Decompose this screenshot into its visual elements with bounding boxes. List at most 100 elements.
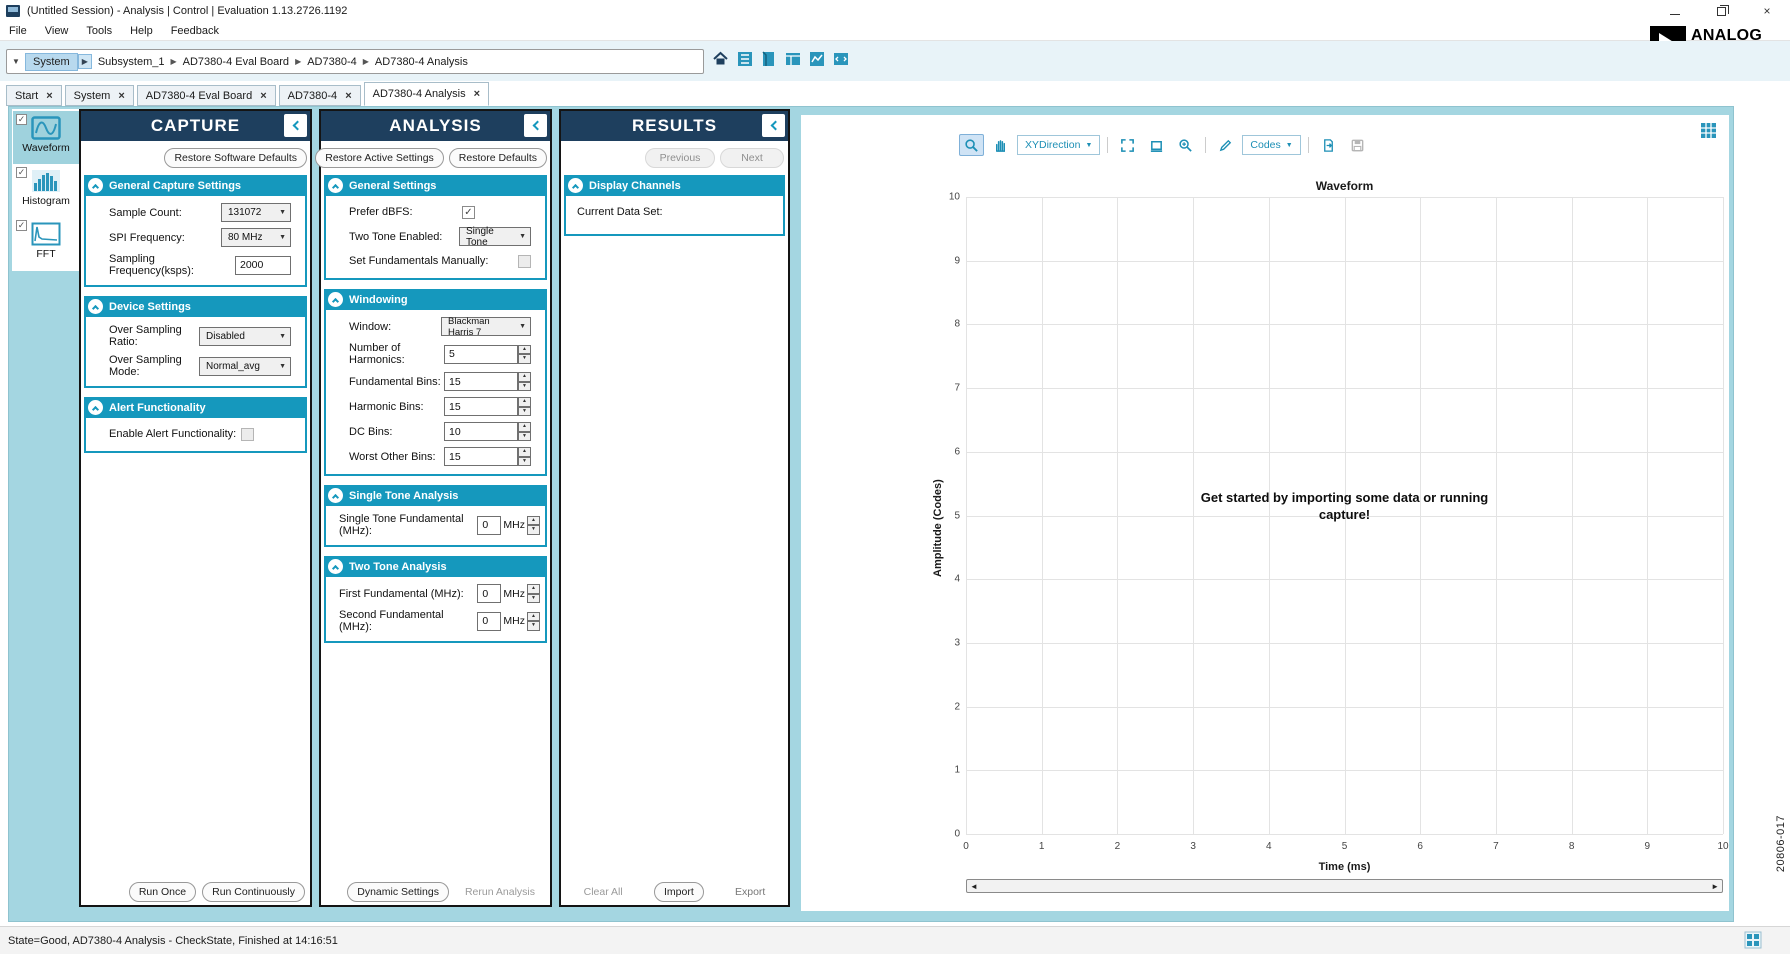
spin-down-icon[interactable]: ▼ [527, 621, 540, 631]
worst-other-bins-input[interactable] [444, 447, 518, 466]
over-sampling-ratio-select[interactable]: Disabled▼ [199, 327, 291, 346]
layout-toggle-icon[interactable] [1744, 931, 1762, 949]
xy-direction-select[interactable]: XYDirection▼ [1017, 135, 1100, 155]
collapse-icon[interactable] [88, 400, 103, 415]
restore-defaults-button[interactable]: Restore Defaults [449, 148, 547, 168]
restore-software-defaults-button[interactable]: Restore Software Defaults [164, 148, 307, 168]
collapse-icon[interactable] [328, 559, 343, 574]
tab-close-icon[interactable]: × [118, 90, 124, 102]
spin-down-icon[interactable]: ▼ [527, 525, 540, 535]
menu-feedback[interactable]: Feedback [162, 25, 228, 37]
breadcrumb-item-subsystem[interactable]: Subsystem_1 [98, 56, 165, 68]
analysis-collapse-button[interactable] [524, 114, 547, 137]
chart-horizontal-scrollbar[interactable]: ◄ ► [966, 879, 1723, 893]
save-image-button[interactable] [1345, 134, 1370, 156]
first-fundamental-input[interactable] [477, 584, 501, 603]
set-fundamentals-checkbox[interactable] [518, 255, 531, 268]
single-tone-fundamental-input[interactable] [477, 516, 501, 535]
dynamic-settings-button[interactable]: Dynamic Settings [347, 882, 449, 902]
sampling-frequency-input[interactable] [235, 256, 291, 275]
tab-close-icon[interactable]: × [474, 88, 480, 100]
breadcrumb-root[interactable]: System [25, 53, 78, 71]
collapse-icon[interactable] [88, 299, 103, 314]
menu-tools[interactable]: Tools [77, 25, 121, 37]
tab-start[interactable]: Start × [6, 85, 62, 106]
zoom-select-button[interactable] [959, 134, 984, 156]
breadcrumb-item-chip[interactable]: AD7380-4 [307, 56, 357, 68]
home-icon[interactable] [712, 50, 729, 67]
pan-button[interactable] [988, 134, 1013, 156]
sample-count-select[interactable]: 131072▼ [221, 203, 291, 222]
section-header[interactable]: Windowing [324, 289, 547, 310]
menu-help[interactable]: Help [121, 25, 162, 37]
tab-close-icon[interactable]: × [345, 90, 351, 102]
breadcrumb-item-board[interactable]: AD7380-4 Eval Board [183, 56, 289, 68]
breadcrumb-dropdown-icon[interactable]: ▼ [7, 57, 25, 66]
clear-all-button[interactable]: Clear All [574, 882, 633, 902]
script-editor-icon[interactable] [832, 50, 849, 67]
zoom-in-button[interactable] [1173, 134, 1198, 156]
prefer-dbfs-checkbox[interactable] [462, 206, 475, 219]
spin-up-icon[interactable]: ▲ [527, 516, 540, 526]
import-button[interactable]: Import [654, 882, 704, 902]
spin-down-icon[interactable]: ▼ [518, 457, 531, 467]
breadcrumb-root-arrow-icon[interactable]: ▶ [78, 54, 92, 69]
section-header[interactable]: General Settings [324, 175, 547, 196]
register-map-icon[interactable] [784, 50, 801, 67]
export-data-button[interactable] [1316, 134, 1341, 156]
tab-system[interactable]: System × [65, 85, 134, 106]
number-of-harmonics-input[interactable] [444, 345, 518, 364]
tab-analysis[interactable]: AD7380-4 Analysis × [364, 82, 489, 106]
minimize-button[interactable] [1652, 0, 1698, 22]
collapse-icon[interactable] [568, 178, 583, 193]
memory-map-icon[interactable] [760, 50, 777, 67]
next-button[interactable]: Next [720, 148, 784, 168]
spin-down-icon[interactable]: ▼ [518, 432, 531, 442]
rerun-analysis-button[interactable]: Rerun Analysis [455, 882, 545, 902]
restore-active-settings-button[interactable]: Restore Active Settings [315, 148, 444, 168]
scroll-left-icon[interactable]: ◄ [970, 882, 978, 891]
spin-down-icon[interactable]: ▼ [518, 382, 531, 392]
breadcrumb-item-analysis[interactable]: AD7380-4 Analysis [375, 56, 468, 68]
spi-frequency-select[interactable]: 80 MHz▼ [221, 228, 291, 247]
close-button[interactable]: × [1744, 0, 1790, 22]
tab-close-icon[interactable]: × [260, 90, 266, 102]
data-grid-icon[interactable] [1700, 122, 1717, 139]
analysis-view-icon[interactable] [808, 50, 825, 67]
fundamental-bins-input[interactable] [444, 372, 518, 391]
harmonic-bins-input[interactable] [444, 397, 518, 416]
spin-up-icon[interactable]: ▲ [518, 397, 531, 407]
codes-select[interactable]: Codes▼ [1242, 135, 1300, 155]
window-select[interactable]: Blackman Harris 7▼ [441, 317, 531, 336]
section-header[interactable]: Alert Functionality [84, 397, 307, 418]
tab-chip[interactable]: AD7380-4 × [279, 85, 361, 106]
menu-file[interactable]: File [0, 25, 36, 37]
over-sampling-mode-select[interactable]: Normal_avg▼ [199, 357, 291, 376]
scroll-right-icon[interactable]: ► [1711, 882, 1719, 891]
spin-up-icon[interactable]: ▲ [518, 372, 531, 382]
dc-bins-input[interactable] [444, 422, 518, 441]
previous-button[interactable]: Previous [645, 148, 715, 168]
waveform-checkbox[interactable]: ✓ [16, 114, 27, 125]
section-header[interactable]: Display Channels [564, 175, 785, 196]
restore-button[interactable] [1698, 0, 1744, 22]
histogram-checkbox[interactable]: ✓ [16, 167, 27, 178]
reset-zoom-button[interactable] [1144, 134, 1169, 156]
run-once-button[interactable]: Run Once [129, 882, 196, 902]
menu-view[interactable]: View [36, 25, 78, 37]
collapse-icon[interactable] [328, 178, 343, 193]
sidebar-item-fft[interactable]: ✓ FFT [13, 217, 79, 270]
spin-down-icon[interactable]: ▼ [518, 407, 531, 417]
export-button[interactable]: Export [725, 882, 775, 902]
spin-up-icon[interactable]: ▲ [527, 612, 540, 622]
collapse-icon[interactable] [88, 178, 103, 193]
spin-up-icon[interactable]: ▲ [518, 447, 531, 457]
spin-up-icon[interactable]: ▲ [527, 584, 540, 594]
collapse-icon[interactable] [328, 292, 343, 307]
two-tone-enabled-select[interactable]: Single Tone▼ [459, 227, 531, 246]
section-header[interactable]: Device Settings [84, 296, 307, 317]
section-header[interactable]: General Capture Settings [84, 175, 307, 196]
tab-close-icon[interactable]: × [46, 90, 52, 102]
spin-up-icon[interactable]: ▲ [518, 345, 531, 355]
sidebar-item-waveform[interactable]: ✓ Waveform [13, 111, 79, 164]
